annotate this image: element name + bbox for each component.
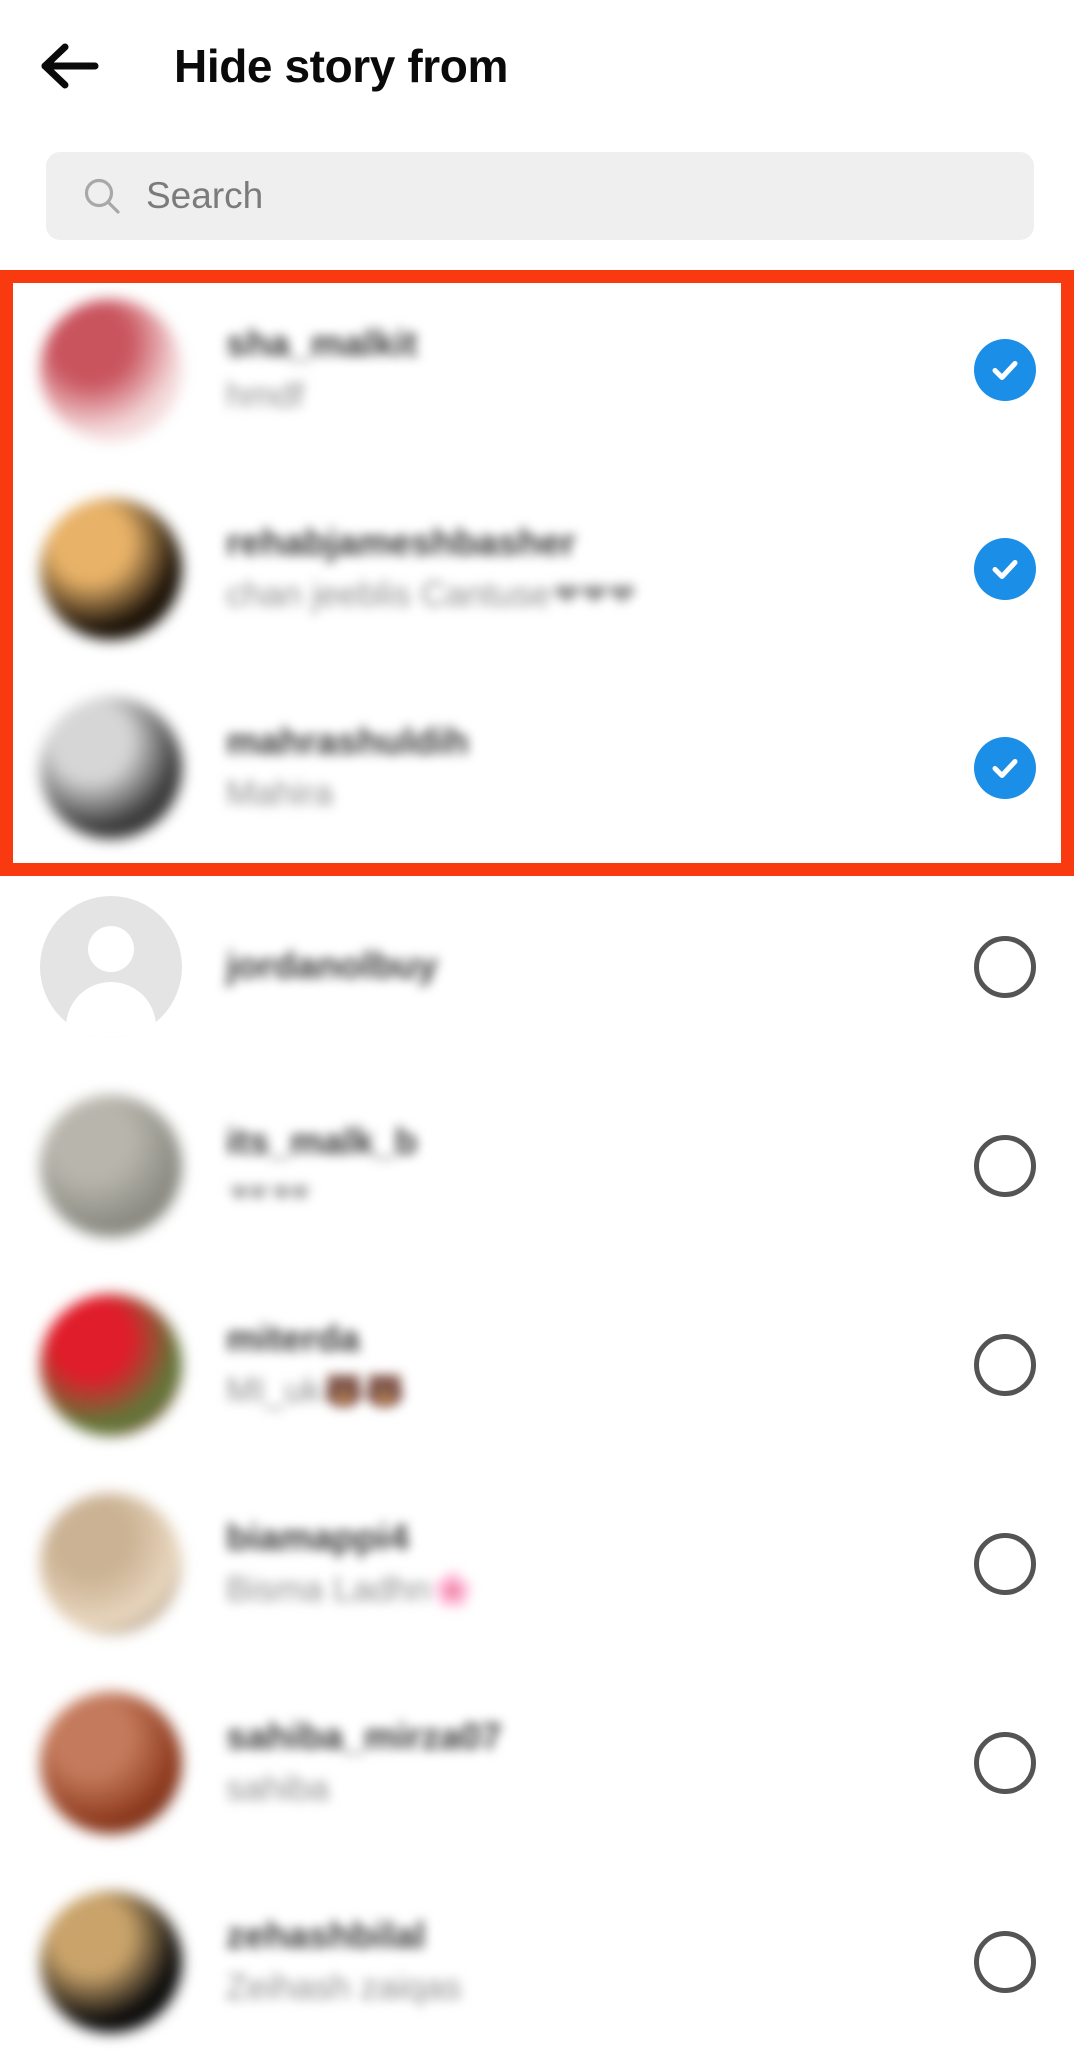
user-row[interactable]: sahiba_mirza07sahiba: [0, 1663, 1080, 1862]
empty-circle-icon[interactable]: [974, 1333, 1036, 1396]
user-row[interactable]: miterda MI_uk 🐻🐻: [0, 1265, 1080, 1464]
user-row-text: miterda MI_uk 🐻🐻: [226, 1317, 974, 1410]
user-row[interactable]: mahrashuldih Mahira: [0, 668, 1080, 867]
user-row-text: biamappi4 Bisma Ladhn 🌸: [226, 1516, 974, 1609]
search-input[interactable]: [146, 152, 1034, 240]
page-title: Hide story from: [174, 40, 508, 92]
full-name-emoji: ❤❤❤: [552, 576, 636, 614]
header-bar: Hide story from: [0, 0, 1080, 132]
check-circle-icon[interactable]: [974, 338, 1036, 401]
user-row[interactable]: its_malk_b 🕶🕶: [0, 1066, 1080, 1265]
full-name: 🕶🕶: [226, 1175, 974, 1208]
full-name-emoji: 🌸: [432, 1571, 474, 1609]
search-icon: [82, 176, 122, 216]
avatar: [40, 1890, 182, 2033]
search-bar[interactable]: [46, 152, 1034, 240]
full-name: chan jeeblis Cantuse ❤❤❤: [226, 574, 974, 614]
full-name-text: hmdf: [226, 375, 304, 415]
full-name-emoji: 🕶🕶: [228, 1173, 312, 1211]
full-name: Mahira: [226, 773, 974, 813]
username: sha_malkit: [226, 322, 418, 364]
user-row-text: rehabjameshbasher chan jeeblis Cantuse ❤❤❤: [226, 521, 974, 614]
full-name-text: sahiba: [226, 1768, 330, 1808]
avatar: [40, 1691, 182, 1834]
user-list: sha_malkithmdf rehabjameshbasher chan jeeb…: [0, 270, 1080, 2061]
user-row-text: its_malk_b 🕶🕶: [226, 1120, 974, 1209]
username: miterda: [226, 1317, 360, 1359]
full-name-text: chan jeeblis Cantuse: [226, 574, 551, 614]
empty-circle-icon[interactable]: [974, 1134, 1036, 1197]
avatar: [40, 1492, 182, 1635]
user-row[interactable]: zehashbilal Zeihash zaiqas: [0, 1862, 1080, 2061]
username: sahiba_mirza07: [226, 1715, 502, 1757]
user-row[interactable]: biamappi4 Bisma Ladhn 🌸: [0, 1464, 1080, 1663]
username: biamappi4: [226, 1516, 409, 1558]
user-row[interactable]: rehabjameshbasher chan jeeblis Cantuse ❤❤❤: [0, 469, 1080, 668]
user-row-text: zehashbilal Zeihash zaiqas: [226, 1914, 974, 2007]
user-row-text: jordanolbuy: [226, 945, 974, 987]
back-arrow-icon: [39, 41, 101, 91]
full-name-text: Bisma Ladhn: [226, 1569, 431, 1609]
user-row-text: sahiba_mirza07sahiba: [226, 1715, 974, 1808]
check-circle-icon[interactable]: [974, 736, 1036, 799]
username: rehabjameshbasher: [226, 521, 576, 563]
user-row-text: mahrashuldih Mahira: [226, 720, 974, 813]
full-name: Bisma Ladhn 🌸: [226, 1569, 974, 1609]
user-row[interactable]: sha_malkithmdf: [0, 270, 1080, 469]
empty-circle-icon[interactable]: [974, 1731, 1036, 1794]
hide-story-from-screen: Hide story from sha_malkithmdf rehabjames…: [0, 0, 1080, 2063]
user-row[interactable]: jordanolbuy: [0, 867, 1080, 1066]
username: its_malk_b: [226, 1120, 418, 1162]
full-name-text: MI_uk: [226, 1370, 322, 1410]
user-row-text: sha_malkithmdf: [226, 322, 974, 415]
check-circle-icon[interactable]: [974, 537, 1036, 600]
empty-circle-icon[interactable]: [974, 1532, 1036, 1595]
empty-circle-icon[interactable]: [974, 935, 1036, 998]
full-name: hmdf: [226, 375, 974, 415]
avatar: [40, 696, 182, 839]
back-button[interactable]: [22, 18, 118, 114]
avatar: [40, 497, 182, 640]
full-name-text: Mahira: [226, 773, 333, 813]
username: jordanolbuy: [226, 945, 438, 987]
username: zehashbilal: [226, 1914, 426, 1956]
username: mahrashuldih: [226, 720, 469, 762]
full-name: sahiba: [226, 1768, 974, 1808]
avatar-placeholder-icon: [40, 895, 182, 1038]
full-name: MI_uk 🐻🐻: [226, 1370, 974, 1410]
full-name-emoji: 🐻🐻: [323, 1372, 406, 1410]
avatar: [40, 1293, 182, 1436]
empty-circle-icon[interactable]: [974, 1930, 1036, 1993]
avatar: [40, 1094, 182, 1237]
full-name-text: Zeihash zaiqas: [226, 1967, 462, 2007]
full-name: Zeihash zaiqas: [226, 1967, 974, 2007]
avatar: [40, 298, 182, 441]
